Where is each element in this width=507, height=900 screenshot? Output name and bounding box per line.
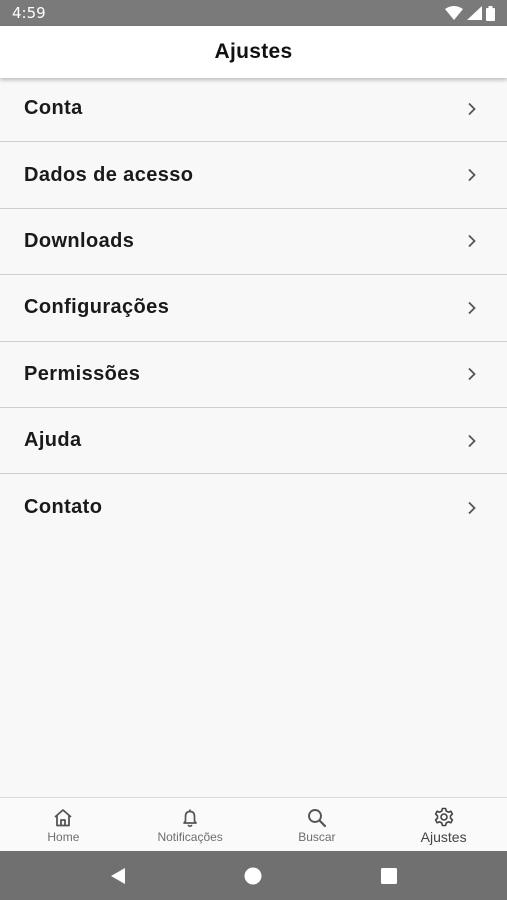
- chevron-right-icon: [467, 434, 477, 448]
- home-icon: [52, 808, 74, 828]
- menu-item-label: Conta: [24, 97, 83, 120]
- nav-item-home[interactable]: Home: [0, 798, 127, 851]
- chevron-right-icon: [467, 168, 477, 182]
- bell-icon: [179, 808, 201, 828]
- chevron-right-icon: [467, 501, 477, 515]
- menu-item-label: Permissões: [24, 362, 141, 385]
- chevron-right-icon: [467, 367, 477, 381]
- settings-menu-list: Conta Dados de acesso Downloads Configur…: [0, 76, 507, 541]
- menu-item-conta[interactable]: Conta: [0, 76, 507, 143]
- menu-item-label: Configurações: [24, 296, 170, 319]
- system-nav-bar: [0, 851, 507, 900]
- menu-item-label: Ajuda: [24, 429, 82, 452]
- menu-item-label: Contato: [24, 496, 103, 519]
- app-header: Ajustes: [0, 26, 507, 78]
- chevron-right-icon: [467, 102, 477, 116]
- back-icon[interactable]: [109, 867, 127, 885]
- bottom-nav: Home Notificações Buscar Ajustes: [0, 797, 507, 851]
- nav-label: Notificações: [157, 829, 223, 844]
- nav-label: Home: [47, 829, 80, 844]
- menu-item-dados-de-acesso[interactable]: Dados de acesso: [0, 142, 507, 209]
- status-icons: [445, 5, 495, 21]
- menu-item-downloads[interactable]: Downloads: [0, 208, 507, 276]
- menu-item-ajuda[interactable]: Ajuda: [0, 407, 507, 475]
- status-bar: 4:59: [0, 0, 507, 26]
- chevron-right-icon: [467, 301, 477, 315]
- nav-label: Ajustes: [420, 828, 467, 845]
- menu-item-label: Downloads: [24, 229, 135, 252]
- nav-item-ajustes[interactable]: Ajustes: [380, 798, 507, 851]
- signal-icon: [467, 6, 482, 20]
- menu-item-label: Dados de acesso: [24, 163, 194, 186]
- home-circle-icon[interactable]: [244, 867, 262, 885]
- search-icon: [306, 808, 328, 828]
- nav-item-buscar[interactable]: Buscar: [254, 798, 381, 851]
- menu-item-configuracoes[interactable]: Configurações: [0, 275, 507, 342]
- menu-item-permissoes[interactable]: Permissões: [0, 341, 507, 408]
- battery-icon: [486, 5, 495, 21]
- gear-icon: [433, 807, 455, 827]
- chevron-right-icon: [467, 234, 477, 248]
- wifi-icon: [445, 6, 463, 20]
- status-time: 4:59: [12, 4, 46, 22]
- nav-item-notificacoes[interactable]: Notificações: [127, 798, 254, 851]
- nav-label: Buscar: [298, 829, 336, 844]
- menu-item-contato[interactable]: Contato: [0, 474, 507, 541]
- page-title: Ajustes: [214, 40, 293, 63]
- recents-square-icon[interactable]: [380, 867, 398, 885]
